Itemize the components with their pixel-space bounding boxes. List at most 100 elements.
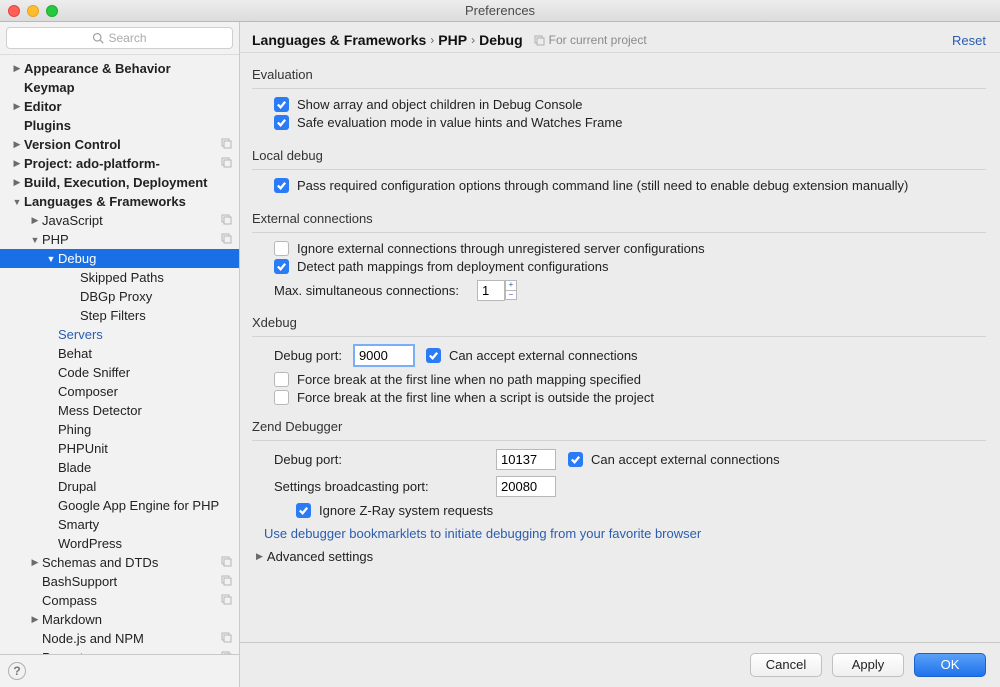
zend-port-input[interactable] [496, 449, 556, 470]
tree-item[interactable]: Mess Detector [0, 401, 239, 420]
xdebug-force-break-nomap-checkbox[interactable]: Force break at the first line when no pa… [274, 372, 986, 387]
tree-item[interactable]: ▶Editor [0, 97, 239, 116]
main-panel: Languages & Frameworks › PHP › Debug For… [240, 22, 1000, 687]
zend-bcast-input[interactable] [496, 476, 556, 497]
spinner-up[interactable]: + [505, 280, 517, 290]
tree-item[interactable]: PHPUnit [0, 439, 239, 458]
tree-item[interactable]: ▶Build, Execution, Deployment [0, 173, 239, 192]
xdebug-force-break-outside-checkbox[interactable]: Force break at the first line when a scr… [274, 390, 986, 405]
tree-arrow-icon: ▶ [12, 177, 22, 188]
tree-item[interactable]: ▶Schemas and DTDs [0, 553, 239, 572]
tree-item-label: Version Control [24, 137, 231, 152]
settings-tree: ▶Appearance & BehaviorKeymap▶EditorPlugi… [0, 55, 239, 655]
maximize-window-button[interactable] [46, 5, 58, 17]
apply-button[interactable]: Apply [832, 653, 904, 677]
copy-icon [533, 34, 545, 46]
tree-item[interactable]: Blade [0, 458, 239, 477]
tree-item[interactable]: Composer [0, 382, 239, 401]
tree-item[interactable]: Phing [0, 420, 239, 439]
max-connections-label: Max. simultaneous connections: [274, 283, 459, 298]
cancel-button[interactable]: Cancel [750, 653, 822, 677]
close-window-button[interactable] [8, 5, 20, 17]
tree-item[interactable]: Smarty [0, 515, 239, 534]
section-zend: Zend Debugger [252, 419, 986, 434]
minimize-window-button[interactable] [27, 5, 39, 17]
tree-item[interactable]: DBGp Proxy [0, 287, 239, 306]
tree-item-label: Composer [58, 384, 231, 399]
tree-item-label: Smarty [58, 517, 231, 532]
section-evaluation: Evaluation [252, 67, 986, 82]
tree-arrow-icon: ▶ [12, 139, 22, 150]
tree-item[interactable]: ▶Markdown [0, 610, 239, 629]
tree-item[interactable]: ▶Puppet [0, 648, 239, 655]
xdebug-port-label: Debug port: [274, 348, 342, 363]
tree-item-label: Drupal [58, 479, 231, 494]
project-scope-icon [221, 138, 233, 150]
tree-arrow-icon: ▶ [12, 101, 22, 112]
search-input[interactable]: Search [6, 27, 233, 49]
project-scope-label: For current project [533, 33, 647, 47]
window-title: Preferences [465, 3, 535, 18]
tree-item-label: PHPUnit [58, 441, 231, 456]
tree-item-label: Debug [58, 251, 231, 266]
tree-arrow-icon: ▼ [30, 235, 40, 245]
tree-arrow-icon: ▶ [12, 158, 22, 169]
tree-item-label: Appearance & Behavior [24, 61, 231, 76]
tree-item[interactable]: Compass [0, 591, 239, 610]
ignore-zray-checkbox[interactable]: Ignore Z-Ray system requests [296, 503, 986, 518]
search-icon [92, 32, 104, 44]
tree-item-label: Step Filters [80, 308, 231, 323]
tree-item[interactable]: Servers [0, 325, 239, 344]
tree-item[interactable]: Plugins [0, 116, 239, 135]
tree-item-label: Languages & Frameworks [24, 194, 231, 209]
tree-item[interactable]: ▶Project: ado-platform- [0, 154, 239, 173]
tree-item[interactable]: Keymap [0, 78, 239, 97]
help-button[interactable]: ? [8, 662, 26, 680]
tree-arrow-icon: ▶ [30, 215, 40, 226]
tree-item[interactable]: Skipped Paths [0, 268, 239, 287]
tree-item[interactable]: Step Filters [0, 306, 239, 325]
window-controls [8, 5, 58, 17]
tree-item[interactable]: ▶Version Control [0, 135, 239, 154]
tree-item-label: Keymap [24, 80, 231, 95]
advanced-settings-toggle[interactable]: ▶Advanced settings [256, 549, 986, 564]
tree-item[interactable]: Drupal [0, 477, 239, 496]
reset-link[interactable]: Reset [952, 33, 986, 48]
tree-item-label: JavaScript [42, 213, 231, 228]
xdebug-accept-checkbox[interactable]: Can accept external connections [426, 348, 638, 363]
tree-item-label: Mess Detector [58, 403, 231, 418]
tree-item[interactable]: Code Sniffer [0, 363, 239, 382]
tree-arrow-icon: ▶ [30, 557, 40, 568]
tree-item[interactable]: ▶Appearance & Behavior [0, 59, 239, 78]
zend-accept-checkbox[interactable]: Can accept external connections [568, 452, 780, 467]
project-scope-icon [221, 233, 233, 245]
breadcrumb: Languages & Frameworks › PHP › Debug For… [240, 22, 1000, 52]
show-array-children-checkbox[interactable]: Show array and object children in Debug … [274, 97, 986, 112]
tree-arrow-icon: ▼ [46, 254, 56, 264]
tree-item[interactable]: ▼PHP [0, 230, 239, 249]
tree-item[interactable]: Node.js and NPM [0, 629, 239, 648]
project-scope-icon [221, 632, 233, 644]
xdebug-port-input[interactable] [354, 345, 414, 366]
tree-item[interactable]: WordPress [0, 534, 239, 553]
pass-config-cli-checkbox[interactable]: Pass required configuration options thro… [274, 178, 986, 193]
max-connections-input[interactable] [477, 280, 505, 301]
tree-item-label: Google App Engine for PHP [58, 498, 231, 513]
tree-item[interactable]: ▼Languages & Frameworks [0, 192, 239, 211]
detect-path-mappings-checkbox[interactable]: Detect path mappings from deployment con… [274, 259, 986, 274]
tree-item[interactable]: Behat [0, 344, 239, 363]
tree-item[interactable]: Google App Engine for PHP [0, 496, 239, 515]
ignore-external-checkbox[interactable]: Ignore external connections through unre… [274, 241, 986, 256]
zend-bcast-label: Settings broadcasting port: [274, 479, 484, 494]
tree-item-label: Code Sniffer [58, 365, 231, 380]
spinner-down[interactable]: − [505, 290, 517, 300]
tree-item-label: Build, Execution, Deployment [24, 175, 231, 190]
tree-item-label: Behat [58, 346, 231, 361]
tree-item[interactable]: ▶JavaScript [0, 211, 239, 230]
window-titlebar: Preferences [0, 0, 1000, 22]
safe-evaluation-checkbox[interactable]: Safe evaluation mode in value hints and … [274, 115, 986, 130]
ok-button[interactable]: OK [914, 653, 986, 677]
bookmarklets-link[interactable]: Use debugger bookmarklets to initiate de… [264, 526, 986, 541]
tree-item[interactable]: ▼Debug [0, 249, 239, 268]
tree-item[interactable]: BashSupport [0, 572, 239, 591]
